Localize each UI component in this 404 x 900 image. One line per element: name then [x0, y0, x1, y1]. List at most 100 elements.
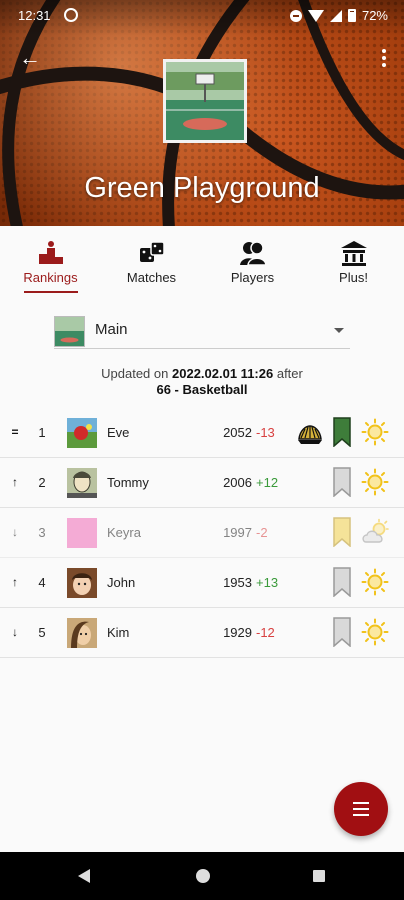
player-name: John — [107, 575, 136, 590]
score-delta: -12 — [256, 625, 275, 640]
avatar-placeholder — [67, 518, 97, 548]
rank-position: 1 — [38, 425, 46, 440]
tab-label: Players — [230, 270, 275, 285]
signal-icon — [329, 9, 342, 22]
dot-icon — [382, 63, 386, 67]
bookmark-gray-icon[interactable] — [333, 617, 351, 647]
overflow-menu-button[interactable] — [376, 44, 392, 72]
player-avatar — [67, 618, 97, 648]
ranking-row[interactable]: ↓ 5 Kim 1929 -12 — [0, 608, 404, 658]
player-name: Keyra — [107, 525, 141, 540]
ranking-thumbnail — [54, 316, 85, 347]
arrow-left-icon: ← — [19, 45, 41, 70]
player-avatar — [67, 518, 97, 548]
player-avatar — [67, 418, 97, 448]
sun-icon — [361, 618, 389, 646]
rank-position: 2 — [38, 475, 46, 490]
dot-icon — [382, 56, 386, 60]
bookmark-gray-icon[interactable] — [333, 467, 351, 497]
trend-indicator: ↓ — [12, 625, 18, 639]
update-datetime: 2022.02.01 11:26 — [172, 366, 274, 381]
ranking-row[interactable]: ↑ 2 Tommy 2006 +12 — [0, 458, 404, 508]
court-thumbnail-image — [55, 317, 84, 346]
bookmark-gold-icon[interactable] — [333, 517, 351, 547]
player-score: 2006 — [223, 475, 252, 490]
menu-icon — [353, 802, 369, 816]
ranking-row[interactable]: = 1 Eve 2052 -13 — [0, 408, 404, 458]
sun-icon — [361, 418, 389, 446]
rank-position: 3 — [38, 525, 46, 540]
rank-position: 4 — [38, 575, 46, 590]
battery-level: 72% — [361, 8, 388, 23]
update-suffix: after — [276, 366, 303, 381]
partly-cloudy-icon — [362, 518, 389, 543]
sun-icon — [361, 468, 389, 496]
active-tab-indicator — [24, 291, 78, 293]
bookmark-gray-icon[interactable] — [333, 567, 351, 597]
nav-recents-icon[interactable] — [313, 870, 325, 882]
tab-players[interactable]: Players — [202, 226, 303, 296]
avatar-image — [67, 418, 97, 448]
menu-fab-button[interactable] — [334, 782, 388, 836]
podium-icon — [38, 241, 63, 264]
dice-icon — [139, 241, 165, 262]
avatar-image — [67, 468, 97, 498]
wifi-icon — [307, 9, 324, 22]
player-name: Kim — [107, 625, 130, 640]
update-info: Updated on 2022.02.01 11:26 after 66 - B… — [0, 366, 404, 398]
nav-home-icon[interactable] — [196, 869, 210, 883]
tab-bar: Rankings Matches Players Plus! — [0, 226, 404, 296]
ranking-list: = 1 Eve 2052 -13 ↑ 2 Tommy 2006 +12 ↓ 3 … — [0, 408, 404, 658]
battery-icon — [347, 9, 356, 22]
update-prefix: Updated on — [101, 366, 169, 381]
laurel-crown-icon — [298, 425, 322, 444]
notification-icon — [64, 8, 78, 22]
trend-indicator: ↓ — [12, 525, 18, 539]
sun-icon — [361, 568, 389, 596]
tab-label: Matches — [126, 270, 177, 285]
trend-indicator: ↑ — [12, 575, 18, 589]
group-title: Green Playground — [84, 172, 320, 204]
tab-label: Plus! — [339, 270, 368, 285]
player-score: 1953 — [223, 575, 252, 590]
player-avatar — [67, 568, 97, 598]
temple-icon — [340, 241, 367, 266]
back-button[interactable]: ← — [16, 44, 44, 72]
trend-indicator: ↑ — [12, 475, 18, 489]
group-avatar[interactable] — [163, 59, 247, 143]
tab-matches[interactable]: Matches — [101, 226, 202, 296]
dropdown-arrow-icon — [334, 328, 344, 333]
trend-indicator: = — [11, 425, 19, 439]
player-score: 1997 — [223, 525, 252, 540]
rank-position: 5 — [38, 625, 46, 640]
update-match-count: 66 - Basketball — [156, 382, 248, 397]
player-avatar — [67, 468, 97, 498]
tab-plus[interactable]: Plus! — [303, 226, 404, 296]
player-name: Eve — [107, 425, 130, 440]
player-score: 1929 — [223, 625, 252, 640]
score-delta: +13 — [256, 575, 279, 590]
tab-label: Rankings — [23, 270, 78, 285]
group-header: 12:31 72% ← Green Playground — [0, 0, 404, 226]
player-name: Tommy — [107, 475, 149, 490]
do-not-disturb-icon — [289, 9, 302, 22]
court-image — [166, 62, 244, 140]
avatar-image — [67, 618, 97, 648]
score-delta: -2 — [256, 525, 268, 540]
tab-rankings[interactable]: Rankings — [0, 226, 101, 296]
people-icon — [239, 241, 267, 266]
ranking-selector-label: Main — [95, 321, 128, 338]
nav-back-icon[interactable] — [78, 869, 90, 883]
status-time: 12:31 — [18, 8, 51, 23]
avatar-image — [67, 568, 97, 598]
score-delta: -13 — [256, 425, 275, 440]
ranking-row[interactable]: ↑ 4 John 1953 +13 — [0, 558, 404, 608]
score-delta: +12 — [256, 475, 279, 490]
ranking-selector[interactable]: Main — [54, 313, 350, 349]
ranking-row[interactable]: ↓ 3 Keyra 1997 -2 — [0, 508, 404, 558]
status-bar: 12:31 72% — [0, 0, 404, 32]
bookmark-green-icon[interactable] — [333, 417, 351, 447]
system-navigation-bar — [0, 852, 404, 900]
player-score: 2052 — [223, 425, 252, 440]
dot-icon — [382, 49, 386, 53]
